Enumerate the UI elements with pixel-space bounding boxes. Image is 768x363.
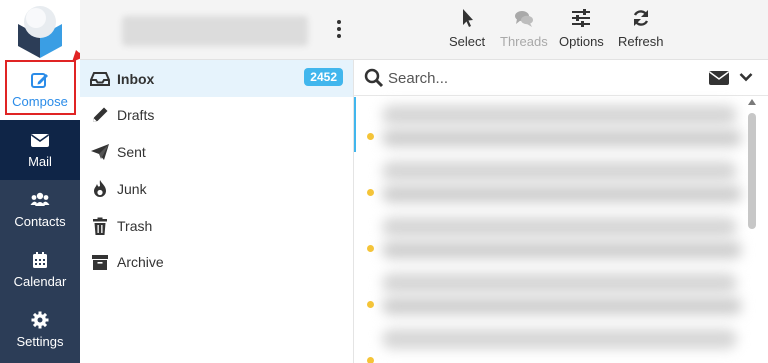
sliders-icon [572,9,591,27]
search-input[interactable] [388,66,688,90]
envelope-icon [31,134,49,147]
folder-inbox[interactable]: Inbox 2452 [80,60,353,97]
paper-plane-icon [91,143,109,160]
scrollbar-thumb[interactable] [748,113,756,229]
folder-junk[interactable]: Junk [80,170,353,207]
folder-label: Junk [117,180,147,197]
message-content-redacted [382,217,737,237]
search-bar [354,60,768,96]
message-content-redacted [382,129,742,147]
compose-button[interactable]: Compose [0,60,80,120]
account-header [80,0,354,60]
message-content-redacted [382,185,742,203]
rail-item-label: Calendar [13,274,67,289]
folder-label: Inbox [117,70,155,87]
folder-label: Drafts [117,106,155,123]
message-content-redacted [382,329,737,349]
folder-drafts[interactable]: Drafts [80,96,353,133]
message-content-redacted [382,161,737,181]
folder-label: Trash [117,217,153,234]
message-content-redacted [382,273,737,293]
threads-label: Threads [500,34,548,49]
threads-button[interactable]: Threads [500,8,548,49]
rail-item-mail[interactable]: Mail [0,120,80,180]
refresh-button[interactable]: Refresh [618,8,664,49]
calendar-icon [33,252,47,268]
search-icon [364,68,384,88]
unread-count-badge: 2452 [304,68,343,86]
account-name-redacted [122,16,308,46]
folder-label: Sent [117,143,146,160]
users-icon [30,192,50,206]
unread-dot [367,245,374,252]
envelope-icon[interactable] [709,70,729,86]
pencil-icon [93,107,108,122]
select-button[interactable]: Select [449,8,485,49]
message-toolbar: Select Threads Options Refresh [354,0,768,60]
folder-sent[interactable]: Sent [80,133,353,170]
more-options-icon[interactable] [336,20,342,40]
cursor-pointer-icon [463,9,474,27]
message-content-redacted [382,297,742,315]
refresh-label: Refresh [618,34,664,49]
unread-dot [367,189,374,196]
folder-label: Archive [117,253,164,270]
chevron-down-icon[interactable] [739,72,753,82]
message-row[interactable] [354,321,744,363]
rail-item-contacts[interactable]: Contacts [0,180,80,240]
rail-item-label: Settings [16,334,64,349]
message-content-redacted [382,105,737,125]
rail-item-calendar[interactable]: Calendar [0,240,80,300]
roundcube-logo-icon [18,6,62,58]
folder-pane: Inbox 2452 Drafts Sent Junk Trash Archiv… [80,0,354,363]
chat-bubbles-icon [514,11,533,27]
compose-icon [31,73,48,88]
unread-dot [367,357,374,363]
folder-trash[interactable]: Trash [80,207,353,244]
message-list [354,97,768,363]
folder-archive[interactable]: Archive [80,243,353,280]
select-label: Select [449,34,486,49]
unread-dot [367,301,374,308]
compose-label: Compose [12,94,68,109]
options-label: Options [559,34,604,49]
refresh-icon [633,10,648,26]
gear-icon [31,311,49,329]
message-row[interactable] [354,209,744,264]
rail-item-label: Mail [28,154,52,169]
fire-icon [94,179,106,197]
scrollbar[interactable] [746,97,758,363]
message-row[interactable] [354,97,744,152]
trash-icon [93,217,107,235]
rail-item-label: Contacts [14,214,66,229]
inbox-icon [90,71,110,86]
message-row[interactable] [354,153,744,208]
rail-item-settings[interactable]: Settings [0,300,80,360]
scroll-up-arrow-icon[interactable] [748,99,756,105]
unread-dot [367,133,374,140]
message-content-redacted [382,241,742,259]
options-button[interactable]: Options [559,8,604,49]
archive-box-icon [92,254,108,270]
message-row[interactable] [354,265,744,320]
